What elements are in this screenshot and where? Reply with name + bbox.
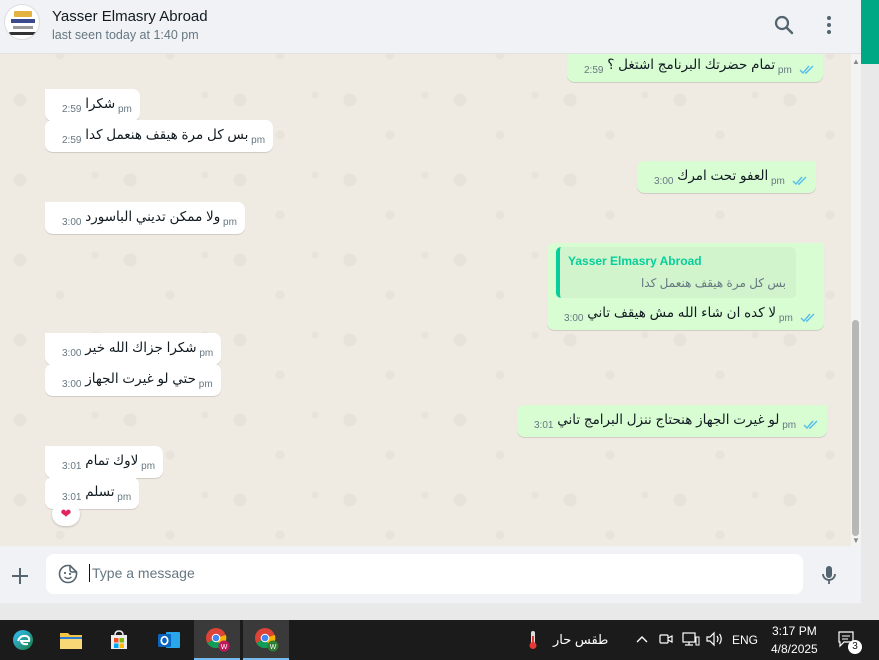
message-text: ولا ممكن تديني الباسورد [85, 209, 221, 224]
contact-name[interactable]: Yasser Elmasry Abroad [52, 8, 208, 25]
chevron-up-icon[interactable] [636, 631, 648, 650]
message-text: شكرا جزاك الله خير [85, 340, 197, 355]
scrollbar-thumb[interactable] [852, 320, 859, 536]
message-incoming[interactable]: شكرا 2:59 pm [45, 89, 140, 121]
search-icon[interactable] [772, 13, 796, 37]
thermometer-icon[interactable] [527, 630, 539, 653]
weather-text[interactable]: طقس حار [553, 632, 608, 648]
camera-icon[interactable] [659, 631, 673, 650]
microphone-icon[interactable] [817, 563, 841, 587]
chrome-profile-icon[interactable]: W [243, 620, 289, 660]
read-ticks-icon [792, 173, 808, 191]
menu-dots-icon[interactable] [817, 13, 841, 37]
message-text: العفو تحت امرك [677, 168, 769, 183]
window-gutter [861, 64, 879, 620]
message-text: لو غيرت الجهاز هنحتاج ننزل البرامج تاني [557, 412, 780, 427]
message-incoming[interactable]: ولا ممكن تديني الباسورد 3:00 pm [45, 202, 245, 234]
message-incoming[interactable]: لاوك تمام 3:01 pm [45, 446, 164, 478]
message-text: شكرا [85, 96, 116, 111]
read-ticks-icon [799, 62, 815, 80]
network-icon[interactable] [682, 631, 700, 650]
chat-header[interactable]: Yasser Elmasry Abroad last seen today at… [0, 0, 861, 54]
message-text: تمام حضرتك البرنامج اشتغل ؟ [607, 57, 776, 72]
message-text: بس كل مرة هيقف هنعمل كدا [85, 127, 249, 142]
message-composer [0, 546, 861, 603]
language-indicator[interactable]: ENG [732, 633, 758, 647]
scroll-up-arrow-icon[interactable]: ▲ [852, 57, 860, 66]
quoted-text: بس كل مرة هيقف هنعمل كدا [641, 276, 786, 290]
message-text: لا كده ان شاء الله مش هيقف تاني [587, 305, 777, 320]
file-explorer-icon[interactable] [48, 620, 94, 660]
heart-reaction-icon[interactable]: ❤ [52, 502, 80, 526]
message-outgoing[interactable]: تمام حضرتك البرنامج اشتغل ؟ 2:59 pm [567, 50, 823, 82]
quoted-author: Yasser Elmasry Abroad [568, 254, 702, 268]
notification-count-badge: 3 [848, 640, 862, 654]
edge-browser-icon[interactable] [0, 620, 46, 660]
message-text: لاوك تمام [85, 453, 139, 468]
store-icon[interactable] [96, 620, 142, 660]
window-accent-edge [861, 0, 879, 64]
message-incoming[interactable]: حتي لو غيرت الجهاز 3:00 pm [45, 364, 221, 396]
scroll-down-arrow-icon[interactable]: ▼ [852, 536, 860, 545]
message-incoming[interactable]: بس كل مرة هيقف هنعمل كدا 2:59 pm [45, 120, 274, 152]
message-input-box[interactable] [46, 554, 803, 594]
attach-plus-icon[interactable] [8, 564, 32, 588]
message-text: تسلم [85, 484, 115, 499]
emoji-sticker-icon[interactable] [58, 564, 78, 584]
quoted-message[interactable]: Yasser Elmasry Abroad بس كل مرة هيقف هنع… [556, 247, 796, 298]
last-seen-status: last seen today at 1:40 pm [52, 28, 199, 42]
message-incoming[interactable]: شكرا جزاك الله خير 3:00 pm [45, 333, 222, 365]
chrome-whatsapp-icon[interactable]: W [194, 620, 240, 660]
windows-taskbar: W W طقس حار ENG 3:17 PM 4/8/2025 3 [0, 620, 879, 660]
read-ticks-icon [803, 417, 819, 435]
profile-badge: W [221, 644, 228, 651]
text-caret [89, 564, 90, 582]
message-outgoing[interactable]: العفو تحت امرك 3:00 pm [637, 161, 816, 193]
message-outgoing[interactable]: لو غيرت الجهاز هنحتاج ننزل البرامج تاني … [517, 405, 827, 437]
read-ticks-icon [800, 310, 816, 328]
profile-badge: W [270, 644, 277, 651]
volume-icon[interactable] [706, 631, 724, 650]
message-outgoing-reply[interactable]: Yasser Elmasry Abroad بس كل مرة هيقف هنع… [547, 243, 824, 330]
outlook-icon[interactable] [146, 620, 192, 660]
message-text: حتي لو غيرت الجهاز [85, 371, 196, 386]
clock-date[interactable]: 4/8/2025 [771, 642, 818, 656]
message-input[interactable] [92, 565, 782, 581]
contact-avatar[interactable] [4, 4, 40, 40]
clock-time[interactable]: 3:17 PM [772, 624, 817, 638]
